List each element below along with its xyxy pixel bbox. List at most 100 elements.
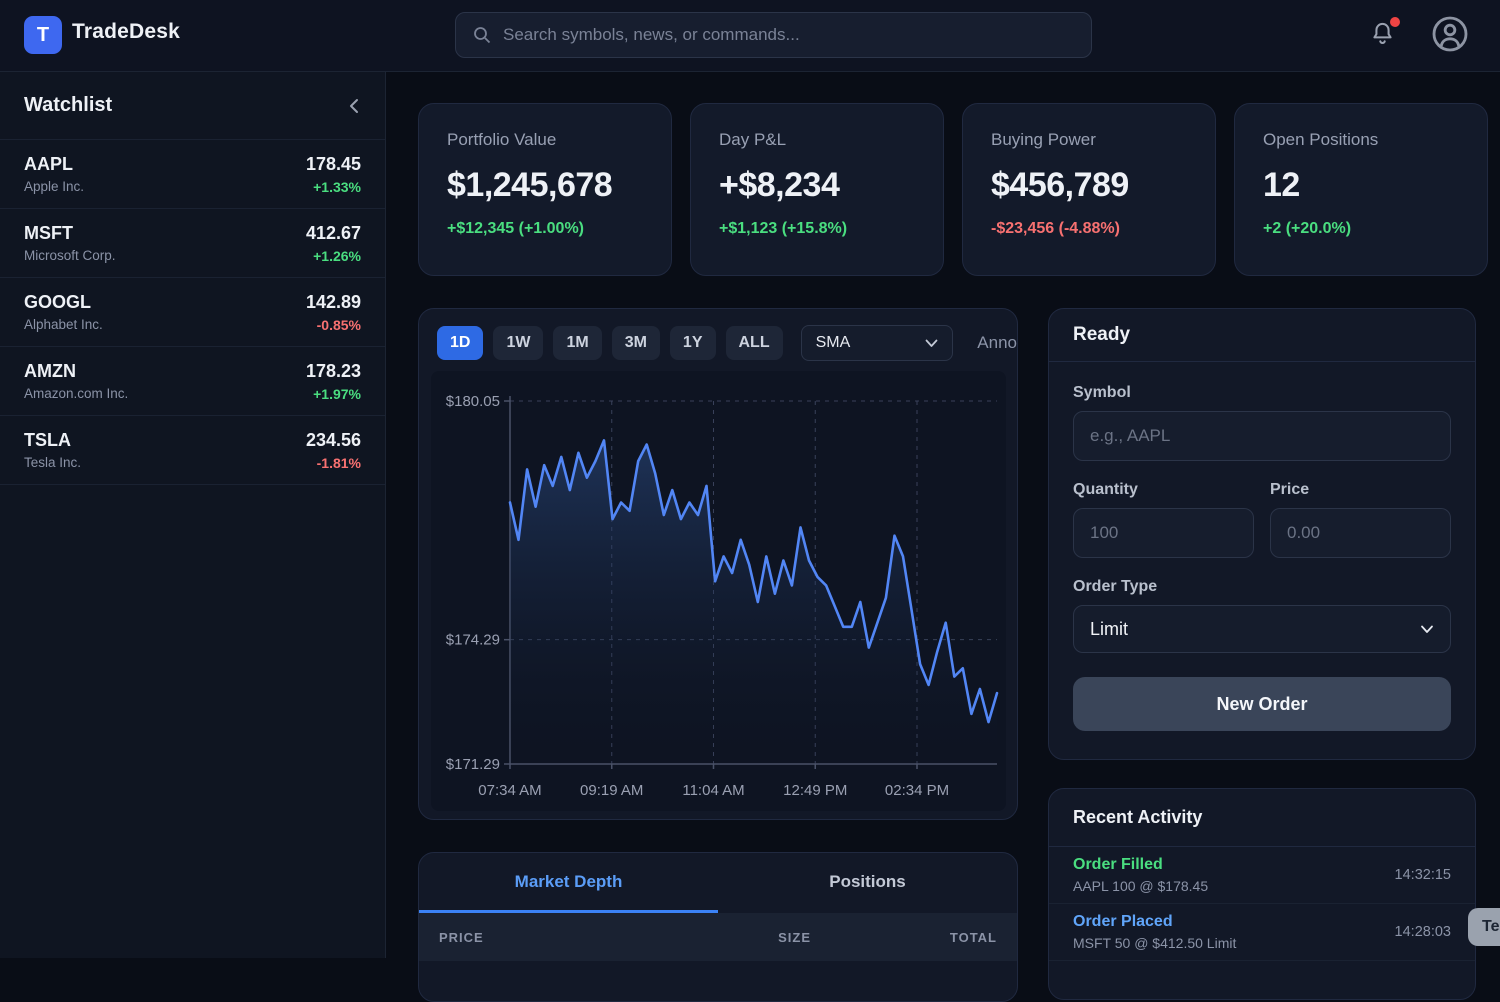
- app-title: TradeDesk: [72, 20, 180, 44]
- watchlist-sidebar: Watchlist AAPL Apple Inc. 178.45 +1.33% …: [0, 72, 386, 958]
- watchlist-header: Watchlist: [0, 72, 385, 140]
- price-chart-panel: 1D 1W 1M 3M 1Y ALL SMA Anno 07:34 AM 09:1…: [418, 308, 1018, 820]
- symbol-label: Symbol: [1073, 384, 1451, 402]
- stat-card-open-positions: Open Positions 12 +2 (+20.0%): [1234, 103, 1488, 276]
- activity-detail: AAPL 100 @ $178.45: [1073, 878, 1208, 894]
- symbol: TSLA: [24, 430, 81, 451]
- change-percent: +1.97%: [306, 386, 361, 402]
- watchlist-item-googl[interactable]: GOOGL Alphabet Inc. 142.89 -0.85%: [0, 278, 385, 347]
- order-type-select[interactable]: Limit: [1073, 605, 1451, 653]
- watchlist-item-tsla[interactable]: TSLA Tesla Inc. 234.56 -1.81%: [0, 416, 385, 485]
- activity-type: Order Filled: [1073, 856, 1208, 874]
- tab-market-depth[interactable]: Market Depth: [419, 853, 718, 913]
- depth-table-header: PRICE SIZE TOTAL: [419, 913, 1017, 961]
- order-type-value: Limit: [1090, 619, 1128, 640]
- search-icon: [472, 25, 492, 45]
- stat-card-portfolio-value: Portfolio Value $1,245,678 +$12,345 (+1.…: [418, 103, 672, 276]
- price: 412.67: [306, 223, 361, 244]
- notification-dot: [1390, 17, 1400, 27]
- order-panel-status: Ready: [1049, 309, 1475, 362]
- activity-row-order-placed[interactable]: Order Placed MSFT 50 @ $412.50 Limit 14:…: [1049, 904, 1475, 961]
- watchlist-item-aapl[interactable]: AAPL Apple Inc. 178.45 +1.33%: [0, 140, 385, 209]
- activity-time: 14:28:03: [1395, 924, 1451, 940]
- symbol-input[interactable]: [1073, 411, 1451, 461]
- chevron-down-icon: [1420, 625, 1434, 634]
- stat-value: 12: [1263, 166, 1459, 205]
- svg-text:09:19 AM: 09:19 AM: [580, 782, 643, 799]
- svg-text:11:04 AM: 11:04 AM: [682, 782, 744, 799]
- price-input[interactable]: [1270, 508, 1451, 558]
- change-percent: -1.81%: [306, 455, 361, 471]
- price-chart[interactable]: 07:34 AM09:19 AM11:04 AM12:49 PM02:34 PM…: [431, 371, 1006, 811]
- user-menu-button[interactable]: [1430, 14, 1470, 54]
- notifications-button[interactable]: [1369, 19, 1399, 51]
- watchlist-item-msft[interactable]: MSFT Microsoft Corp. 412.67 +1.26%: [0, 209, 385, 278]
- bottom-tabs: Market Depth Positions: [419, 853, 1017, 913]
- company: Amazon.com Inc.: [24, 386, 128, 401]
- stat-label: Buying Power: [991, 130, 1187, 150]
- indicator-selected-value: SMA: [816, 334, 851, 352]
- column-size: SIZE: [625, 930, 811, 945]
- svg-text:$171.29: $171.29: [446, 756, 500, 773]
- symbol: AAPL: [24, 154, 84, 175]
- watchlist-item-amzn[interactable]: AMZN Amazon.com Inc. 178.23 +1.97%: [0, 347, 385, 416]
- global-search[interactable]: [455, 12, 1092, 58]
- company: Microsoft Corp.: [24, 248, 116, 263]
- svg-text:12:49 PM: 12:49 PM: [783, 782, 847, 799]
- stat-label: Open Positions: [1263, 130, 1459, 150]
- search-input[interactable]: [503, 25, 1075, 45]
- new-order-button[interactable]: New Order: [1073, 677, 1451, 731]
- change-percent: +1.26%: [306, 248, 361, 264]
- change-percent: +1.33%: [306, 179, 361, 195]
- chart-toolbar: 1D 1W 1M 3M 1Y ALL SMA Anno: [419, 309, 1017, 371]
- price: 178.45: [306, 154, 361, 175]
- price: 178.23: [306, 361, 361, 382]
- tab-positions[interactable]: Positions: [718, 853, 1017, 913]
- stat-delta: +$1,123 (+15.8%): [719, 220, 915, 238]
- symbol: AMZN: [24, 361, 128, 382]
- timeframe-button-1d[interactable]: 1D: [437, 326, 483, 360]
- collapse-sidebar-icon[interactable]: [347, 98, 361, 114]
- recent-activity-title: Recent Activity: [1049, 789, 1475, 847]
- stats-row: Portfolio Value $1,245,678 +$12,345 (+1.…: [418, 103, 1488, 276]
- column-total: TOTAL: [811, 930, 997, 945]
- timeframe-button-1y[interactable]: 1Y: [670, 326, 716, 360]
- recent-activity-panel: Recent Activity Order Filled AAPL 100 @ …: [1048, 788, 1476, 1000]
- stat-value: $1,245,678: [447, 166, 643, 205]
- price: 234.56: [306, 430, 361, 451]
- stat-delta: +$12,345 (+1.00%): [447, 220, 643, 238]
- top-bar: T TradeDesk: [0, 0, 1500, 72]
- activity-time: 14:32:15: [1395, 867, 1451, 883]
- timeframe-button-all[interactable]: ALL: [726, 326, 783, 360]
- app-logo-letter: T: [37, 24, 49, 47]
- activity-row-order-filled[interactable]: Order Filled AAPL 100 @ $178.45 14:32:15: [1049, 847, 1475, 904]
- stat-value: +$8,234: [719, 166, 915, 205]
- quantity-label: Quantity: [1073, 481, 1254, 499]
- order-type-label: Order Type: [1073, 578, 1451, 596]
- watchlist-title: Watchlist: [24, 94, 112, 117]
- annotations-label-clipped[interactable]: Anno: [977, 333, 1017, 353]
- price: 142.89: [306, 292, 361, 313]
- timeframe-button-1w[interactable]: 1W: [493, 326, 543, 360]
- stat-label: Portfolio Value: [447, 130, 643, 150]
- activity-type: Order Placed: [1073, 913, 1236, 931]
- chevron-down-icon: [925, 339, 938, 348]
- user-avatar-icon: [1430, 14, 1470, 54]
- company: Tesla Inc.: [24, 455, 81, 470]
- stat-value: $456,789: [991, 166, 1187, 205]
- indicator-select[interactable]: SMA: [801, 325, 954, 361]
- stat-label: Day P&L: [719, 130, 915, 150]
- price-label: Price: [1270, 481, 1451, 499]
- svg-text:$174.29: $174.29: [446, 632, 500, 649]
- timeframe-button-1m[interactable]: 1M: [553, 326, 601, 360]
- timeframe-button-3m[interactable]: 3M: [612, 326, 660, 360]
- stat-card-buying-power: Buying Power $456,789 -$23,456 (-4.88%): [962, 103, 1216, 276]
- market-depth-panel: Market Depth Positions PRICE SIZE TOTAL: [418, 852, 1018, 1002]
- company: Alphabet Inc.: [24, 317, 103, 332]
- stat-card-day-pnl: Day P&L +$8,234 +$1,123 (+15.8%): [690, 103, 944, 276]
- toast-notification-clipped[interactable]: Te: [1468, 908, 1500, 946]
- stat-delta: -$23,456 (-4.88%): [991, 220, 1187, 238]
- company: Apple Inc.: [24, 179, 84, 194]
- svg-text:07:34 AM: 07:34 AM: [478, 782, 541, 799]
- quantity-input[interactable]: [1073, 508, 1254, 558]
